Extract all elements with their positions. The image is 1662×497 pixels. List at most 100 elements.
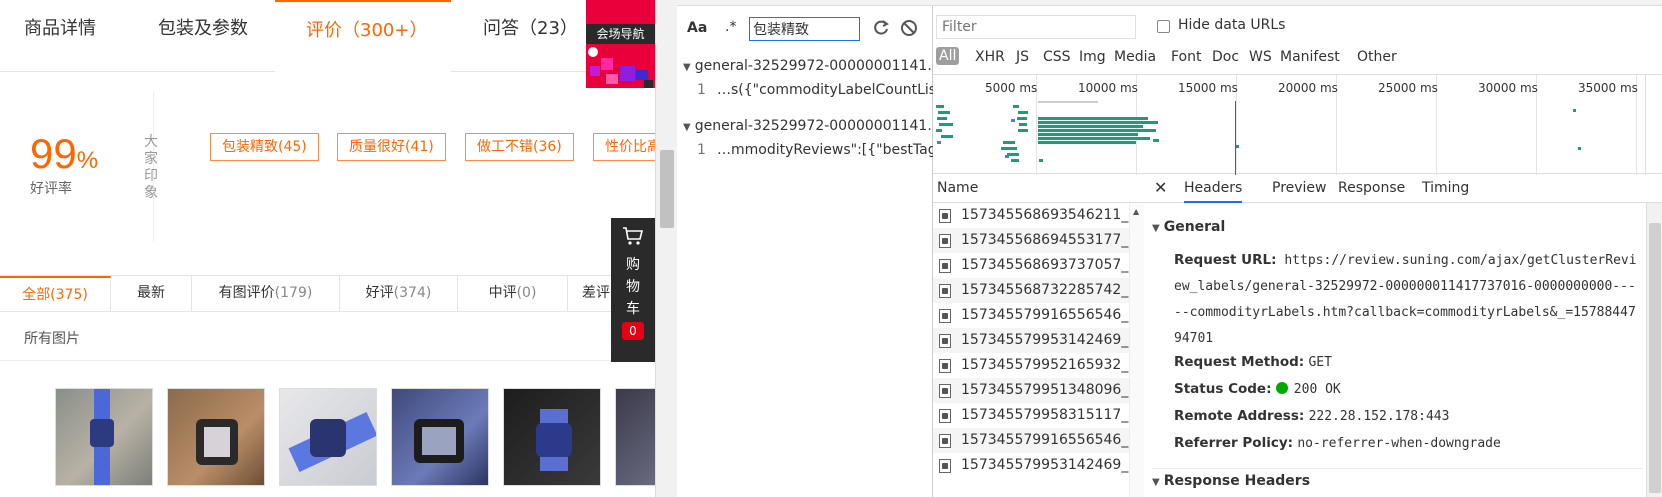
hide-data-urls-label: Hide data URLs: [1178, 17, 1286, 33]
request-row[interactable]: 157345579952165932_1…: [933, 353, 1129, 378]
venue-nav-badge[interactable]: 会场导航: [586, 0, 655, 88]
line-text: …mmodityReviews":[{"bestTag"…: [717, 142, 958, 158]
request-url-key: Request URL:: [1174, 252, 1277, 268]
watch-face: [310, 419, 346, 457]
request-row[interactable]: 157345579958315117_1…: [933, 403, 1129, 428]
type-filter-xhr[interactable]: XHR: [975, 49, 1005, 65]
name-column-header[interactable]: Name: [933, 175, 1144, 203]
request-row[interactable]: 157345568693546211_4…: [933, 203, 1129, 228]
regex-toggle[interactable]: .*: [725, 19, 736, 35]
type-filter-media[interactable]: Media: [1114, 49, 1156, 65]
name-list-scrollbar[interactable]: ▲: [1129, 203, 1144, 497]
line-number: 1: [697, 142, 706, 158]
request-row[interactable]: 157345568732285742_4…: [933, 278, 1129, 303]
cart-label-1: 购: [626, 257, 640, 273]
pixel-decoration: [636, 70, 648, 80]
request-name: 157345568694553177_4…: [961, 232, 1129, 248]
type-filter-doc[interactable]: Doc: [1212, 49, 1239, 65]
referrer-policy-value: no-referrer-when-downgrade: [1297, 436, 1501, 451]
request-method-key: Request Method:: [1174, 354, 1305, 370]
tag-quality[interactable]: 质量很好(41): [337, 133, 446, 161]
close-icon[interactable]: ✕: [1154, 178, 1167, 197]
filter-positive[interactable]: 好评(374): [340, 276, 458, 311]
location-pin-icon: [588, 47, 598, 57]
scrollbar-thumb[interactable]: [660, 150, 674, 228]
search-result-file[interactable]: ▼ general-32529972-00000001141…: [683, 58, 941, 74]
watch-screen: [204, 427, 230, 457]
tab-response[interactable]: Response: [1338, 180, 1405, 196]
type-filter-img[interactable]: Img: [1079, 49, 1106, 65]
match-case-toggle[interactable]: Aa: [687, 20, 707, 36]
positive-rate-unit: %: [76, 147, 99, 174]
tab-qa[interactable]: 问答（23）: [483, 0, 578, 60]
clear-icon[interactable]: [899, 18, 919, 38]
tab-headers[interactable]: Headers: [1184, 180, 1243, 203]
result-file-name: general-32529972-00000001141…: [694, 58, 942, 74]
cart-icon: [623, 227, 644, 245]
review-photo[interactable]: [279, 388, 377, 486]
expand-triangle-icon: ▼: [683, 122, 691, 133]
filter-latest[interactable]: 最新: [111, 276, 192, 311]
search-result-file[interactable]: ▼ general-32529972-00000001141…: [683, 118, 941, 134]
type-filter-js[interactable]: JS: [1016, 49, 1029, 65]
tag-workmanship[interactable]: 做工不错(36): [465, 133, 574, 161]
scrollbar-thumb[interactable]: [1649, 223, 1661, 493]
tag-packaging[interactable]: 包装精致(45): [210, 133, 319, 161]
request-name: 157345579952165932_1…: [961, 357, 1129, 373]
request-row[interactable]: 157345579916556546_1…: [933, 303, 1129, 328]
general-section-toggle[interactable]: ▼ General: [1152, 219, 1225, 235]
request-name: 157345579916556546_4…: [961, 432, 1129, 448]
scroll-up-icon[interactable]: ▲: [1133, 207, 1139, 216]
timeline-label: 30000 ms: [1478, 81, 1538, 95]
status-code-value: 200 OK: [1293, 382, 1341, 397]
response-headers-toggle[interactable]: ▼ Response Headers: [1152, 473, 1310, 489]
expand-triangle-icon: ▼: [683, 62, 691, 73]
network-timeline-overview[interactable]: 5000 ms 10000 ms 15000 ms 20000 ms 25000…: [933, 74, 1662, 175]
detail-scrollbar[interactable]: [1646, 203, 1662, 497]
review-photo[interactable]: [167, 388, 265, 486]
type-filter-all[interactable]: All: [936, 47, 960, 65]
shopping-cart-button[interactable]: 购 物 车 0: [611, 218, 655, 362]
referrer-policy-row: Referrer Policy: no-referrer-when-downgr…: [1174, 435, 1501, 451]
type-filter-other[interactable]: Other: [1357, 49, 1397, 65]
review-photo[interactable]: [391, 388, 489, 486]
review-photo[interactable]: [503, 388, 601, 486]
filter-neutral[interactable]: 中评(0): [458, 276, 568, 311]
review-photo[interactable]: [615, 388, 655, 486]
type-filter-font[interactable]: Font: [1171, 49, 1201, 65]
page-scrollbar[interactable]: [655, 0, 677, 497]
filter-label: 差评: [582, 285, 610, 301]
image-file-icon: [939, 459, 951, 473]
line-number: 1: [697, 82, 706, 98]
request-row[interactable]: 157345568694553177_4…: [933, 228, 1129, 253]
tab-timing[interactable]: Timing: [1422, 180, 1469, 196]
hide-data-urls-checkbox[interactable]: [1157, 20, 1170, 33]
status-code-key: Status Code:: [1174, 381, 1272, 397]
positive-rate-value: 99: [30, 130, 77, 177]
tab-product-details[interactable]: 商品详情: [24, 0, 96, 60]
refresh-icon[interactable]: [871, 18, 891, 38]
request-row[interactable]: 157345579916556546_4…: [933, 428, 1129, 453]
request-row[interactable]: 157345568693737057_4…: [933, 253, 1129, 278]
tab-packaging-params[interactable]: 包装及参数: [158, 0, 248, 60]
tab-preview[interactable]: Preview: [1272, 180, 1327, 196]
type-filter-ws[interactable]: WS: [1249, 49, 1272, 65]
type-filter-manifest[interactable]: Manifest: [1280, 49, 1340, 65]
tag-value[interactable]: 性价比高: [593, 133, 655, 161]
search-result-line[interactable]: 1 …s({"commodityLabelCountLis…: [697, 82, 950, 98]
overview-scrollbar[interactable]: [1645, 75, 1662, 175]
tab-reviews[interactable]: 评价（300+）: [275, 0, 451, 72]
request-row[interactable]: 157345579951348096_1…: [933, 378, 1129, 403]
type-filter-css[interactable]: CSS: [1043, 49, 1071, 65]
request-row[interactable]: 157345579953142469_4…: [933, 453, 1129, 478]
review-photo[interactable]: [55, 388, 153, 486]
pixel-decoration: [606, 74, 618, 84]
request-row[interactable]: 157345579953142469_1…: [933, 328, 1129, 353]
search-result-line[interactable]: 1 …mmodityReviews":[{"bestTag"…: [697, 142, 957, 158]
filter-with-photos[interactable]: 有图评价(179): [192, 276, 340, 311]
search-input[interactable]: [749, 17, 860, 41]
network-filter-input[interactable]: [936, 15, 1136, 39]
filter-all[interactable]: 全部(375): [0, 276, 111, 311]
panel-header: [677, 0, 933, 6]
request-name: 157345568693737057_4…: [961, 257, 1129, 273]
